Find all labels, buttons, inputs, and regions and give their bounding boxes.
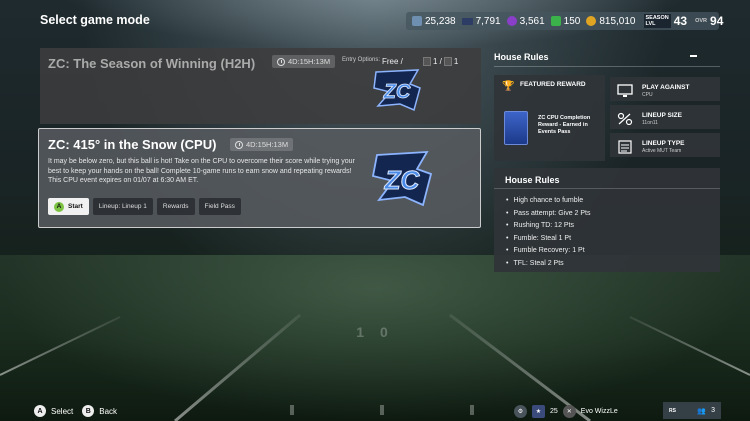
coin-icon: [586, 16, 597, 26]
lineup-type-tile: LINEUP TYPE Active MUT Team: [610, 133, 720, 157]
entry-count: 1 / 1: [423, 57, 458, 66]
a-button-icon: A: [54, 201, 64, 212]
featured-reward-description: ZC CPU Completion Reward - Earned in Eve…: [538, 115, 591, 135]
party-count: 3: [711, 407, 715, 414]
zc-logo: ZC: [373, 69, 421, 112]
xp-currency: 25,238: [412, 16, 456, 27]
clock-icon: [235, 140, 243, 149]
divider: [494, 66, 720, 67]
event-title: ZC: The Season of Winning (H2H): [48, 56, 256, 71]
list-icon: [618, 140, 632, 154]
lineup-button[interactable]: Lineup: Lineup 1: [92, 198, 153, 215]
rewards-button[interactable]: Rewards: [156, 198, 195, 215]
rule-item: Rushing TD: 12 Pts: [506, 220, 590, 233]
xbox-icon: ✕: [562, 404, 576, 418]
ticket-icon: [461, 17, 473, 25]
party-button[interactable]: RS 👥 3: [663, 402, 721, 419]
event-actions: A Start Lineup: Lineup 1 Rewards Field P…: [48, 198, 241, 215]
rs-button-label: RS: [669, 407, 676, 414]
svg-text:1 0: 1 0: [356, 324, 393, 340]
season-level: SEASON LVL 43: [643, 14, 688, 28]
people-icon: 👥: [697, 407, 707, 415]
event-timer: 4D:15H:13M: [230, 138, 294, 151]
rule-item: Fumble: Steal 1 Pt: [506, 233, 590, 246]
ticket-currency: 7,791: [461, 16, 501, 27]
reward-card-image: [504, 111, 528, 145]
play-against-tile: PLAY AGAINST CPU: [610, 77, 720, 101]
player-profile: ⚙ ★ 25 ✕ Evo WizzLe: [514, 403, 618, 419]
card-icon: [423, 57, 431, 66]
settings-icon[interactable]: ⚙: [514, 404, 527, 418]
points-icon: [550, 16, 561, 26]
divider: [494, 188, 720, 189]
card-icon: [443, 57, 452, 66]
controller-hints: A Select B Back: [34, 405, 117, 417]
football-field-background: 1 0: [0, 255, 750, 421]
back-hint[interactable]: Back: [99, 407, 117, 416]
rule-item: Fumble Recovery: 1 Pt: [506, 245, 590, 258]
event-description: It may be below zero, but this ball is h…: [48, 158, 355, 184]
house-rules-list: High chance to fumble Pass attempt: Give…: [506, 195, 590, 270]
a-button-icon: A: [34, 405, 46, 417]
event-card-season-of-winning[interactable]: ZC: The Season of Winning (H2H) 4D:15H:1…: [40, 48, 481, 124]
lineup-size-tile: LINEUP SIZE 11on11: [610, 105, 720, 129]
rule-item: TFL: Steal 2 Pts: [506, 258, 590, 271]
monitor-icon: [617, 84, 633, 97]
featured-reward-tile[interactable]: 🏆 FEATURED REWARD ZC CPU Completion Rewa…: [494, 75, 605, 161]
event-timer: 4D:15H:13M: [272, 55, 336, 68]
event-title: ZC: 415° in the Snow (CPU): [48, 137, 217, 152]
house-rules-box: House Rules High chance to fumble Pass a…: [494, 168, 720, 272]
house-rules-header: House Rules: [494, 52, 549, 62]
select-hint[interactable]: Select: [51, 407, 73, 416]
entry-options-label: Entry Options:: [342, 57, 381, 63]
svg-text:ZC: ZC: [383, 81, 411, 103]
overall-rating: OVR 94: [695, 14, 724, 28]
collapse-icon[interactable]: [690, 55, 697, 57]
currency-bar: 25,238 7,791 3,561 150 815,010 SEASON LV…: [406, 12, 723, 30]
event-card-snow-cpu[interactable]: ZC: 415° in the Snow (CPU) 4D:15H:13M It…: [38, 128, 481, 228]
training-currency: 3,561: [506, 16, 545, 27]
featured-reward-title: FEATURED REWARD: [520, 81, 586, 88]
lineup-size-icon: [617, 112, 633, 126]
house-rules-title: House Rules: [505, 175, 560, 185]
nfl-shield-icon: ★: [532, 404, 545, 418]
coins-currency: 815,010: [586, 16, 636, 27]
svg-text:ZC: ZC: [384, 165, 421, 195]
zc-logo: ZC: [371, 151, 433, 207]
clock-icon: [277, 57, 285, 66]
points-currency: 150: [550, 16, 580, 27]
player-level: 25: [550, 407, 558, 415]
page-title: Select game mode: [40, 13, 150, 27]
rule-item: Pass attempt: Give 2 Pts: [506, 208, 590, 221]
rule-item: High chance to fumble: [506, 195, 590, 208]
b-button-icon: B: [82, 405, 95, 417]
start-button[interactable]: A Start: [48, 198, 89, 215]
gamertag: Evo WizzLe: [580, 407, 618, 415]
trophy-icon: 🏆: [502, 81, 515, 92]
entry-options-value: Free /: [382, 57, 403, 66]
training-badge-icon: [506, 16, 517, 26]
trophy-icon: [412, 16, 422, 26]
field-pass-button[interactable]: Field Pass: [198, 198, 241, 215]
